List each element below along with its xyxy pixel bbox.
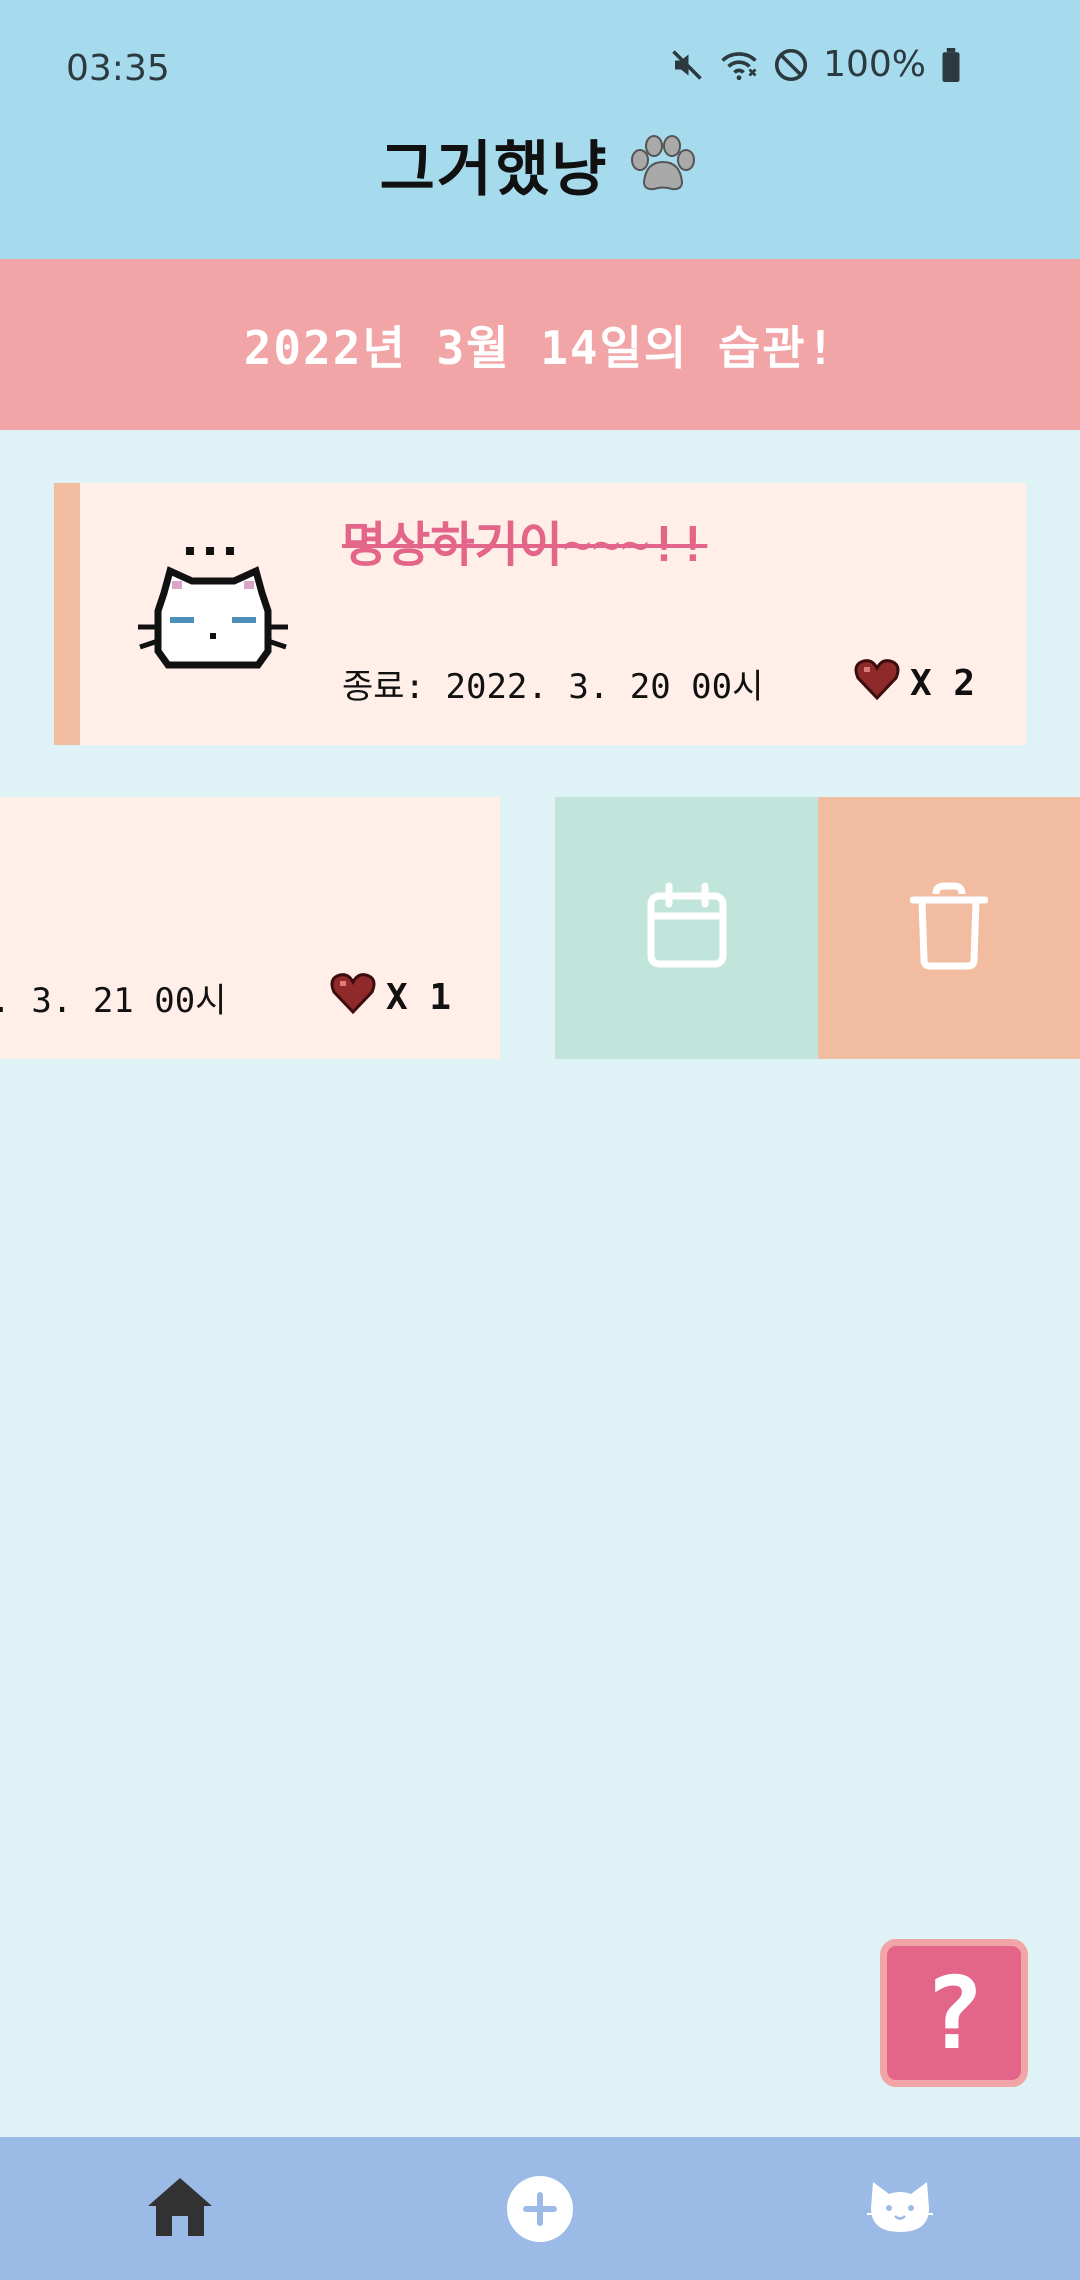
heart-icon bbox=[330, 972, 376, 1023]
status-time: 03:35 bbox=[66, 48, 170, 89]
nav-cat[interactable] bbox=[720, 2137, 1080, 2280]
battery-text: 100% bbox=[823, 44, 926, 85]
habit-card[interactable]: 명상하기이~~~!! 종료: 2022. 3. 20 00시 X 2 bbox=[54, 483, 1026, 745]
home-icon bbox=[146, 2176, 214, 2242]
do-not-disturb-icon bbox=[773, 47, 809, 83]
add-icon bbox=[507, 2175, 573, 2242]
habit-title: 명상하기이~~~!! bbox=[342, 517, 708, 573]
trash-icon bbox=[909, 882, 989, 974]
paw-icon bbox=[626, 132, 700, 196]
heart-count-text: X 1 bbox=[386, 977, 452, 1018]
nav-home[interactable] bbox=[0, 2137, 360, 2280]
bottom-nav bbox=[0, 2137, 1080, 2280]
habit-end-date: 2. 3. 21 00시 bbox=[0, 981, 227, 1021]
calendar-icon bbox=[645, 882, 729, 974]
calendar-button[interactable] bbox=[555, 797, 818, 1059]
heart-count: X 1 bbox=[330, 972, 451, 1023]
habit-end-date: 종료: 2022. 3. 20 00시 bbox=[342, 667, 764, 707]
cat-icon bbox=[867, 2178, 933, 2240]
card-accent-bar bbox=[54, 483, 80, 745]
habit-card[interactable]: H 2. 3. 21 00시 X 1 bbox=[0, 797, 500, 1059]
date-banner: 2022년 3월 14일의 습관! bbox=[0, 259, 1080, 430]
heart-count: X 2 bbox=[854, 658, 975, 709]
heart-icon bbox=[854, 658, 900, 709]
delete-button[interactable] bbox=[818, 797, 1080, 1059]
wifi-icon bbox=[719, 47, 759, 83]
app-title: 그거했냥 bbox=[379, 134, 609, 205]
nav-add[interactable] bbox=[360, 2137, 720, 2280]
help-button[interactable]: ? bbox=[880, 1939, 1028, 2087]
date-title: 2022년 3월 14일의 습관! bbox=[243, 320, 837, 375]
heart-count-text: X 2 bbox=[910, 663, 976, 704]
cat-face-icon bbox=[134, 541, 294, 695]
mute-icon bbox=[669, 47, 705, 83]
app-header: 그거했냥 bbox=[0, 95, 1080, 259]
status-icons: 100% bbox=[669, 44, 962, 85]
battery-icon bbox=[940, 47, 962, 82]
